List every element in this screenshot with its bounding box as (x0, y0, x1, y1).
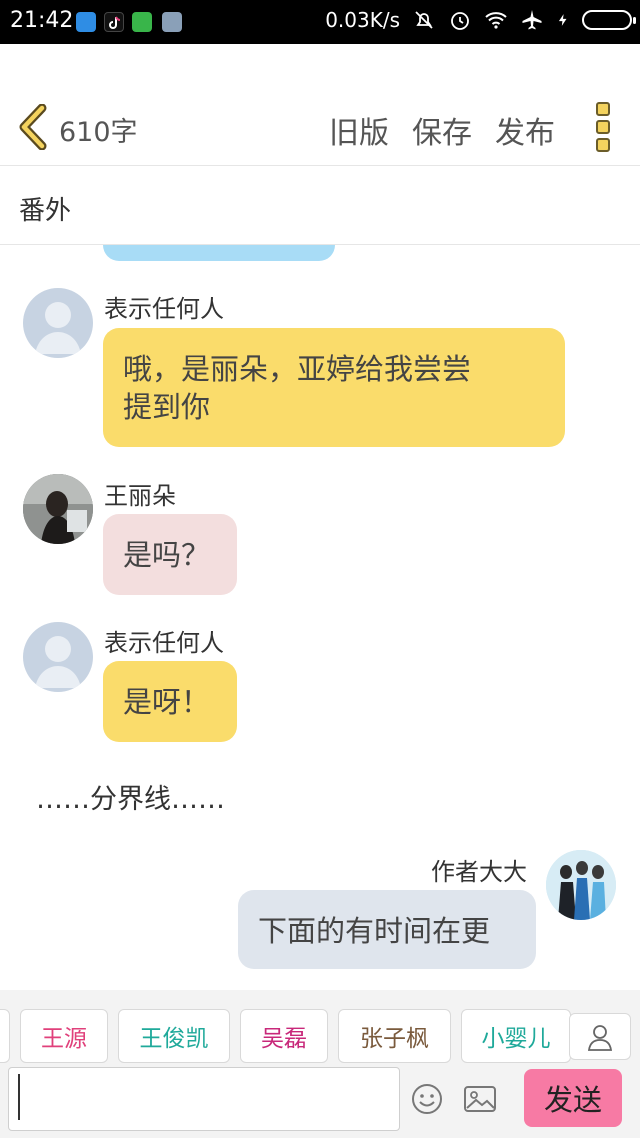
more-menu-icon[interactable] (596, 102, 612, 154)
charging-icon (558, 14, 567, 26)
chat-area[interactable]: 表示任何人 哦，是丽朵，亚婷给我尝尝 提到你 王丽朵 是吗？ 表示任何人 是呀！… (0, 245, 640, 990)
character-name: 张子枫 (360, 1026, 429, 1052)
character-tab[interactable]: 吴磊 (240, 1009, 328, 1063)
status-right-group: 0.03K/s (325, 8, 636, 32)
publish-button[interactable]: 发布 (495, 108, 555, 152)
author-name: 作者大大 (431, 858, 527, 886)
character-tab-partial[interactable] (0, 1009, 10, 1063)
character-selector-bar: 王源 王俊凯 吴磊 张子枫 小婴儿 (0, 990, 640, 1064)
character-tab[interactable]: 小婴儿 (461, 1009, 571, 1063)
notes-icon (162, 12, 182, 32)
status-time: 21:42 (10, 8, 74, 33)
editor-header: 610字 旧版 保存 发布 (0, 44, 640, 166)
battery-icon (582, 10, 636, 30)
character-name: 王俊凯 (139, 1026, 209, 1052)
sender-name: 表示任何人 (104, 295, 224, 323)
message-text-line: 哦，是丽朵，亚婷给我尝尝 (123, 352, 472, 386)
previous-message-bubble (103, 245, 335, 261)
image-icon[interactable] (462, 1082, 498, 1116)
character-name: 吴磊 (261, 1026, 307, 1052)
status-bar: 21:42 0.03K/s (0, 0, 640, 44)
character-tab[interactable]: 王俊凯 (118, 1009, 230, 1063)
character-manage-button[interactable] (569, 1013, 631, 1060)
text-cursor (18, 1074, 20, 1120)
message-bubble[interactable]: 哦，是丽朵，亚婷给我尝尝 提到你 (103, 328, 565, 447)
old-version-button[interactable]: 旧版 (329, 108, 389, 152)
message-text-line: 提到你 (123, 390, 211, 424)
user-photo-avatar[interactable] (23, 474, 93, 544)
message-text: 是呀！ (123, 685, 211, 719)
character-tab[interactable]: 王源 (20, 1009, 108, 1063)
back-icon[interactable] (16, 104, 50, 150)
emoji-icon[interactable] (410, 1082, 444, 1116)
save-button[interactable]: 保存 (412, 108, 472, 152)
network-speed: 0.03K/s (325, 8, 400, 32)
word-count: 610字 (59, 117, 138, 148)
section-divider: ……分界线…… (36, 784, 225, 815)
title-row[interactable]: 番外 (0, 166, 640, 245)
sender-name: 表示任何人 (104, 629, 224, 657)
wifi-icon (485, 12, 507, 29)
wechat-icon (132, 12, 152, 32)
message-input[interactable] (8, 1067, 400, 1131)
alarm-icon (451, 12, 469, 30)
mute-icon (415, 11, 433, 29)
message-text: 下面的有时间在更 (258, 914, 491, 948)
person-icon (587, 1024, 613, 1051)
character-tab[interactable]: 张子枫 (338, 1009, 451, 1063)
sender-name: 王丽朵 (104, 482, 176, 510)
default-avatar[interactable] (23, 288, 93, 358)
message-bubble[interactable]: 下面的有时间在更 (238, 890, 536, 969)
input-bar: 发送 (0, 1064, 640, 1138)
default-avatar[interactable] (23, 622, 93, 692)
character-name: 小婴儿 (481, 1026, 551, 1052)
author-photo-avatar[interactable] (546, 850, 616, 920)
airplane-icon (522, 10, 542, 30)
notification-app-icon (76, 12, 96, 32)
message-bubble[interactable]: 是吗？ (103, 514, 237, 595)
story-title: 番外 (19, 196, 72, 226)
message-bubble[interactable]: 是呀！ (103, 661, 237, 742)
message-text: 是吗？ (123, 538, 211, 572)
send-button[interactable]: 发送 (524, 1069, 622, 1127)
character-name: 王源 (41, 1026, 87, 1052)
tiktok-icon (104, 12, 124, 32)
